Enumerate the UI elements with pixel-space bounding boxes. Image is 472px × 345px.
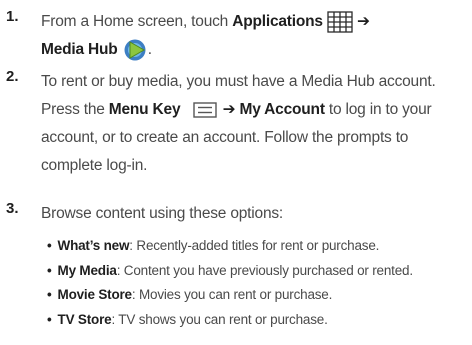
option-term: What’s new	[57, 238, 130, 253]
list-item: • My Media: Content you have previously p…	[41, 259, 468, 284]
step-2-line-2: Press the Menu Key ➔ My Account to log i…	[41, 101, 432, 118]
list-item: • What’s new: Recently-added titles for r…	[41, 234, 468, 259]
list-item: • TV Store: TV shows you can rent or purc…	[41, 308, 468, 333]
bullet-glyph: •	[47, 311, 52, 327]
option-term: Movie Store	[57, 287, 133, 302]
step-1-line-2: Media Hub .	[41, 36, 468, 64]
bullet-glyph: •	[47, 287, 52, 302]
step-2-line-1: To rent or buy media, you must have a Me…	[41, 73, 436, 90]
step-number: 3.	[6, 200, 19, 217]
step-3-intro: Browse content using these options:	[41, 205, 284, 222]
arrow-glyph: ➔	[222, 101, 240, 118]
option-description: : Recently-added titles for rent or purc…	[129, 238, 380, 253]
step-2-line-4: complete log-in.	[41, 157, 148, 174]
option-description: : Movies you can rent or purchase.	[131, 287, 333, 302]
media-hub-label: Media Hub	[41, 41, 118, 58]
list-item: • Movie Store: Movies you can rent or pur…	[41, 283, 468, 308]
option-term: TV Store	[57, 311, 112, 327]
menu-key-label: Menu Key	[108, 101, 181, 118]
options-list: • What’s new: Recently-added titles for r…	[41, 234, 468, 332]
step-number: 1.	[6, 8, 19, 25]
option-description: : TV shows you can rent or purchase.	[111, 311, 328, 327]
applications-label: Applications	[232, 13, 323, 30]
step-body: To rent or buy media, you must have a Me…	[41, 68, 468, 180]
step-number: 2.	[6, 68, 19, 85]
step-body: Browse content using these options: • Wha…	[41, 200, 468, 332]
arrow-glyph: ➔	[357, 13, 370, 30]
my-account-label: My Account	[239, 101, 325, 118]
step-1-line-1: From a Home screen, touch Applications ➔	[41, 8, 468, 36]
bullet-glyph: •	[47, 262, 52, 278]
step-2-line-3: account, or to create an account. Follow…	[41, 129, 409, 146]
menu-key-icon	[192, 102, 217, 118]
applications-grid-icon	[327, 11, 353, 33]
option-term: My Media	[57, 262, 117, 278]
bullet-glyph: •	[47, 238, 52, 253]
step-body: From a Home screen, touch Applications ➔…	[41, 8, 468, 64]
media-hub-icon	[124, 39, 146, 61]
option-description: : Content you have previously purchased …	[116, 262, 413, 278]
